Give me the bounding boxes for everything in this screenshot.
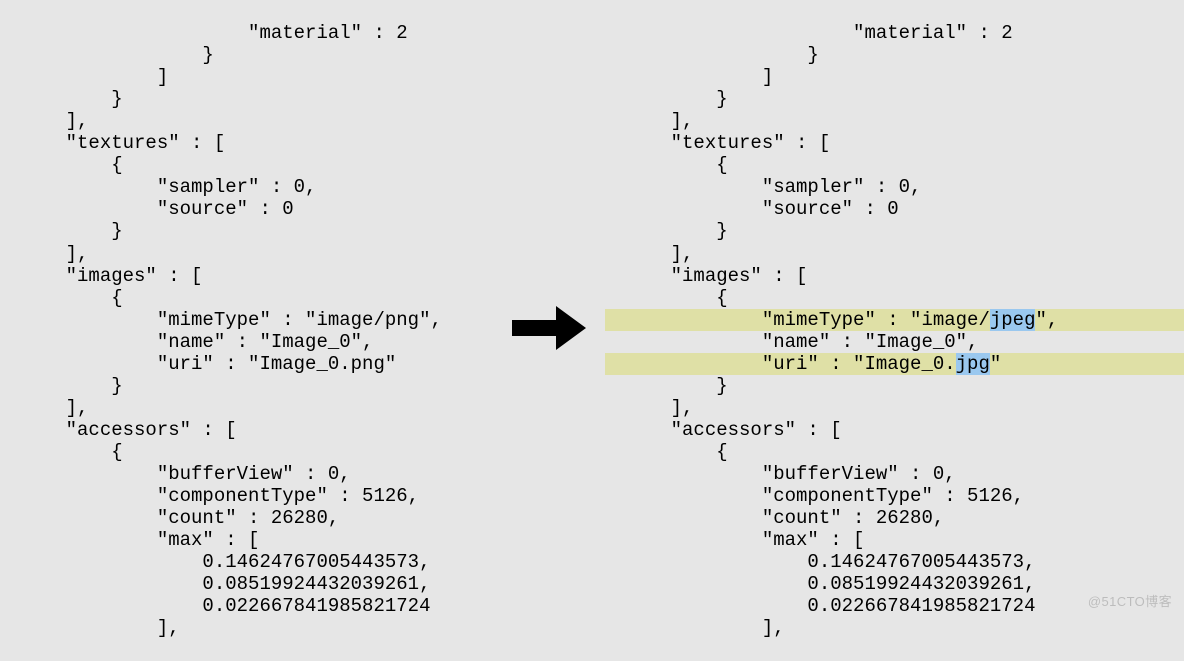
code-line: } (625, 88, 728, 110)
code-line: 0.08519924432039261, (20, 573, 430, 595)
code-line: 0.14624767005443573, (625, 551, 1035, 573)
code-line: } (20, 375, 123, 397)
code-line: ], (625, 243, 693, 265)
diff-selection-jpg: jpg (956, 353, 990, 375)
code-line: { (20, 287, 123, 309)
code-line: ], (20, 110, 88, 132)
code-line: "sampler" : 0, (20, 176, 316, 198)
code-line: "source" : 0 (20, 198, 294, 220)
code-line: "textures" : [ (20, 132, 225, 154)
code-line: "uri" : "Image_0.png" (20, 353, 396, 375)
code-line: { (625, 441, 728, 463)
code-line: "material" : 2 (20, 22, 408, 44)
code-line: "images" : [ (625, 265, 807, 287)
code-line: ], (20, 397, 88, 419)
code-line: "accessors" : [ (625, 419, 842, 441)
code-line: } (625, 44, 819, 66)
code-line: ], (20, 617, 180, 639)
code-line: 0.022667841985821724 (625, 595, 1035, 617)
code-line: "name" : "Image_0", (625, 331, 978, 353)
code-line: } (20, 44, 214, 66)
code-line-diff: "uri" : "Image_0.jpg" (625, 353, 1001, 375)
code-line: 0.14624767005443573, (20, 551, 430, 573)
code-line: "bufferView" : 0, (20, 463, 351, 485)
code-line: "textures" : [ (625, 132, 830, 154)
code-line: { (625, 154, 728, 176)
code-line: } (625, 375, 728, 397)
code-line: "mimeType" : "image/png", (20, 309, 442, 331)
code-line: ] (20, 66, 168, 88)
code-line: "max" : [ (625, 529, 864, 551)
code-line: "componentType" : 5126, (625, 485, 1024, 507)
code-line: { (20, 441, 123, 463)
code-line: ], (625, 617, 785, 639)
code-line: "max" : [ (20, 529, 259, 551)
code-line: "name" : "Image_0", (20, 331, 373, 353)
code-block-left: "material" : 2 } ] } ], "textures" : [ {… (0, 0, 505, 619)
code-block-right: "material" : 2 } ] } ], "textures" : [ {… (605, 0, 1184, 619)
code-line: "count" : 26280, (20, 507, 339, 529)
code-line: 0.08519924432039261, (625, 573, 1035, 595)
code-line: "material" : 2 (625, 22, 1013, 44)
code-line: ], (20, 243, 88, 265)
code-line: "count" : 26280, (625, 507, 944, 529)
code-line: ] (625, 66, 773, 88)
code-line: { (625, 287, 728, 309)
code-line: "accessors" : [ (20, 419, 237, 441)
code-line: 0.022667841985821724 (20, 595, 430, 617)
code-line: "source" : 0 (625, 198, 899, 220)
code-line: } (20, 220, 123, 242)
code-line: "images" : [ (20, 265, 202, 287)
code-line: } (20, 88, 123, 110)
code-line: } (625, 220, 728, 242)
code-line: ], (625, 397, 693, 419)
code-line: "bufferView" : 0, (625, 463, 956, 485)
code-line-diff: "mimeType" : "image/jpeg", (625, 309, 1058, 331)
code-line: "componentType" : 5126, (20, 485, 419, 507)
diff-selection-jpeg: jpeg (990, 309, 1036, 331)
code-line: ], (625, 110, 693, 132)
code-line: "sampler" : 0, (625, 176, 921, 198)
code-line: { (20, 154, 123, 176)
arrow-right-icon (508, 300, 590, 356)
